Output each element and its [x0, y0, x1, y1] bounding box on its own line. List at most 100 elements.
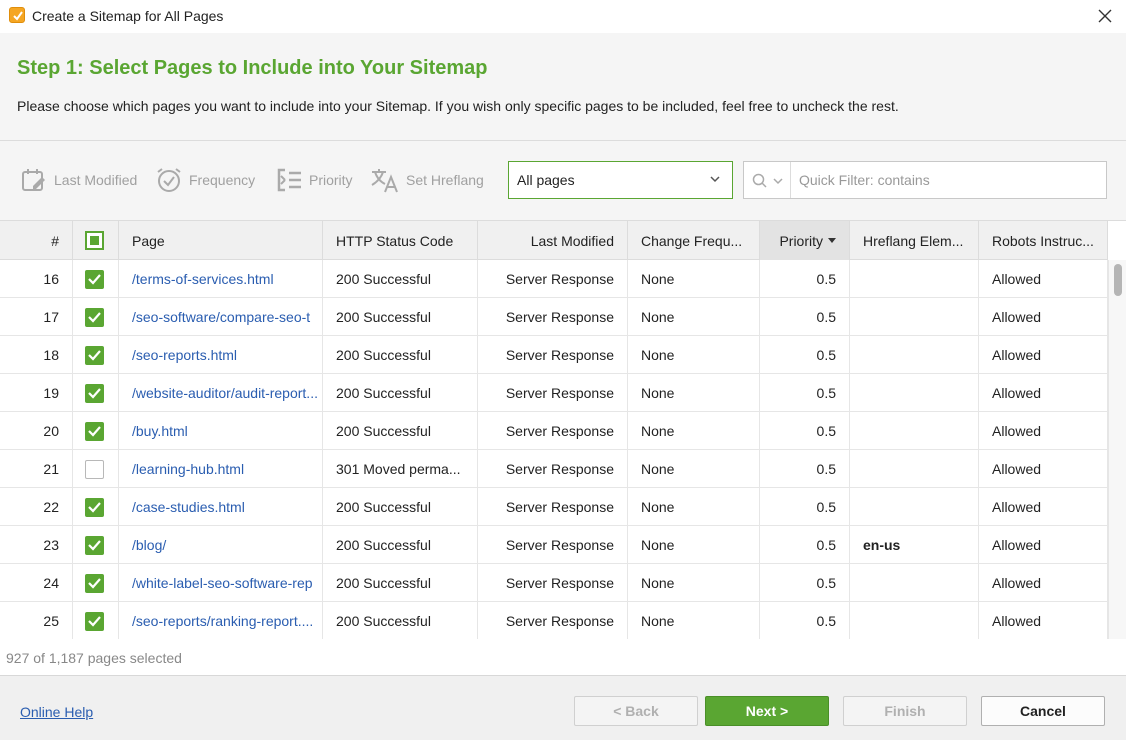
col-page[interactable]: Page	[119, 221, 323, 260]
last-modified-cell: Server Response	[478, 526, 628, 564]
page-url-link[interactable]: /blog/	[119, 526, 323, 564]
priority-tool[interactable]: Priority	[275, 165, 353, 195]
online-help-link[interactable]: Online Help	[20, 704, 93, 720]
search-options-button[interactable]	[744, 162, 791, 198]
row-checkbox[interactable]	[85, 383, 104, 403]
page-url-link[interactable]: /seo-reports.html	[119, 336, 323, 374]
row-checkbox[interactable]	[85, 421, 104, 441]
row-select[interactable]	[73, 602, 119, 639]
page-url-link[interactable]: /learning-hub.html	[119, 450, 323, 488]
change-frequency-cell: None	[628, 602, 760, 639]
quick-filter[interactable]: Quick Filter: contains	[743, 161, 1107, 199]
page-url-link[interactable]: /terms-of-services.html	[119, 260, 323, 298]
page-url-link[interactable]: /white-label-seo-software-rep	[119, 564, 323, 602]
col-robots[interactable]: Robots Instruc...	[979, 221, 1108, 260]
frequency-label: Frequency	[189, 172, 256, 188]
row-checkbox[interactable]	[85, 269, 104, 289]
row-checkbox[interactable]	[85, 459, 104, 479]
last-modified-cell: Server Response	[478, 298, 628, 336]
row-select[interactable]	[73, 336, 119, 374]
row-checkbox[interactable]	[85, 497, 104, 517]
page-url-link[interactable]: /seo-software/compare-seo-t	[119, 298, 323, 336]
frequency-tool[interactable]: Frequency	[155, 165, 255, 195]
page-filter-select[interactable]: All pages	[508, 161, 733, 199]
robots-cell: Allowed	[979, 336, 1108, 374]
row-select[interactable]	[73, 298, 119, 336]
priority-cell: 0.5	[760, 412, 850, 450]
page-url-link[interactable]: /seo-reports/ranking-report....	[119, 602, 323, 639]
table-row[interactable]: 22/case-studies.html 200 Successful Server…	[0, 488, 1108, 526]
app-check-icon	[9, 7, 25, 23]
title-bar: Create a Sitemap for All Pages	[0, 0, 1126, 33]
scrollbar-thumb[interactable]	[1114, 264, 1122, 296]
page-url-link[interactable]: /website-auditor/audit-report...	[119, 374, 323, 412]
change-frequency-cell: None	[628, 374, 760, 412]
last-modified-tool[interactable]: Last Modified	[20, 165, 137, 195]
step-description: Please choose which pages you want to in…	[17, 98, 899, 114]
table-row[interactable]: 21/learning-hub.html 301 Moved perma... Se…	[0, 450, 1108, 488]
row-number: 16	[0, 260, 73, 298]
last-modified-cell: Server Response	[478, 488, 628, 526]
hreflang-cell	[850, 298, 979, 336]
finish-button[interactable]: Finish	[843, 696, 967, 726]
row-select[interactable]	[73, 526, 119, 564]
row-select[interactable]	[73, 564, 119, 602]
row-select[interactable]	[73, 374, 119, 412]
last-modified-cell: Server Response	[478, 412, 628, 450]
check-icon	[88, 501, 101, 513]
row-select[interactable]	[73, 412, 119, 450]
table-row[interactable]: 16/terms-of-services.html 200 Successful S…	[0, 260, 1108, 298]
col-select-all[interactable]	[73, 221, 119, 260]
set-hreflang-tool[interactable]: Set Hreflang	[370, 165, 484, 195]
page-url-link[interactable]: /buy.html	[119, 412, 323, 450]
col-priority[interactable]: Priority	[760, 221, 850, 260]
col-hreflang[interactable]: Hreflang Elem...	[850, 221, 979, 260]
row-checkbox[interactable]	[85, 535, 104, 555]
calendar-edit-icon	[22, 169, 45, 191]
hreflang-cell	[850, 564, 979, 602]
row-select[interactable]	[73, 488, 119, 526]
col-http-status[interactable]: HTTP Status Code	[323, 221, 478, 260]
chevron-down-icon	[710, 176, 720, 183]
hreflang-cell	[850, 488, 979, 526]
col-number[interactable]: #	[0, 221, 73, 260]
quick-filter-input[interactable]: Quick Filter: contains	[799, 172, 930, 188]
step-title: Step 1: Select Pages to Include into You…	[17, 57, 488, 79]
table-row[interactable]: 18/seo-reports.html 200 Successful Server …	[0, 336, 1108, 374]
selection-status: 927 of 1,187 pages selected	[6, 650, 182, 666]
table-row[interactable]: 17/seo-software/compare-seo-t 200 Success…	[0, 298, 1108, 336]
http-status-cell: 200 Successful	[323, 298, 478, 336]
check-icon	[88, 577, 101, 589]
table-row[interactable]: 24/white-label-seo-software-rep 200 Succe…	[0, 564, 1108, 602]
change-frequency-cell: None	[628, 526, 760, 564]
table-row[interactable]: 25/seo-reports/ranking-report.... 200 Suc…	[0, 602, 1108, 639]
row-number: 21	[0, 450, 73, 488]
close-icon[interactable]	[1096, 7, 1114, 25]
last-modified-cell: Server Response	[478, 564, 628, 602]
alarm-clock-icon	[157, 168, 181, 192]
table-row[interactable]: 20/buy.html 200 Successful Server Response…	[0, 412, 1108, 450]
change-frequency-cell: None	[628, 298, 760, 336]
row-checkbox[interactable]	[85, 345, 104, 365]
http-status-cell: 200 Successful	[323, 336, 478, 374]
row-checkbox[interactable]	[85, 573, 104, 593]
vertical-scrollbar[interactable]	[1108, 260, 1126, 639]
row-select[interactable]	[73, 260, 119, 298]
last-modified-cell: Server Response	[478, 374, 628, 412]
cancel-button[interactable]: Cancel	[981, 696, 1105, 726]
table-row[interactable]: 23/blog/200 Successful Server Response Non…	[0, 526, 1108, 564]
col-change-frequency[interactable]: Change Frequ...	[628, 221, 760, 260]
table-row[interactable]: 19/website-auditor/audit-report... 200 Su…	[0, 374, 1108, 412]
select-all-checkbox[interactable]	[85, 231, 104, 250]
priority-cell: 0.5	[760, 564, 850, 602]
back-button[interactable]: < Back	[574, 696, 698, 726]
robots-cell: Allowed	[979, 412, 1108, 450]
next-button[interactable]: Next >	[705, 696, 829, 726]
row-checkbox[interactable]	[85, 307, 104, 327]
page-url-link[interactable]: /case-studies.html	[119, 488, 323, 526]
robots-cell: Allowed	[979, 564, 1108, 602]
http-status-cell: 200 Successful	[323, 564, 478, 602]
row-checkbox[interactable]	[85, 611, 104, 631]
col-last-modified[interactable]: Last Modified	[478, 221, 628, 260]
row-select[interactable]	[73, 450, 119, 488]
